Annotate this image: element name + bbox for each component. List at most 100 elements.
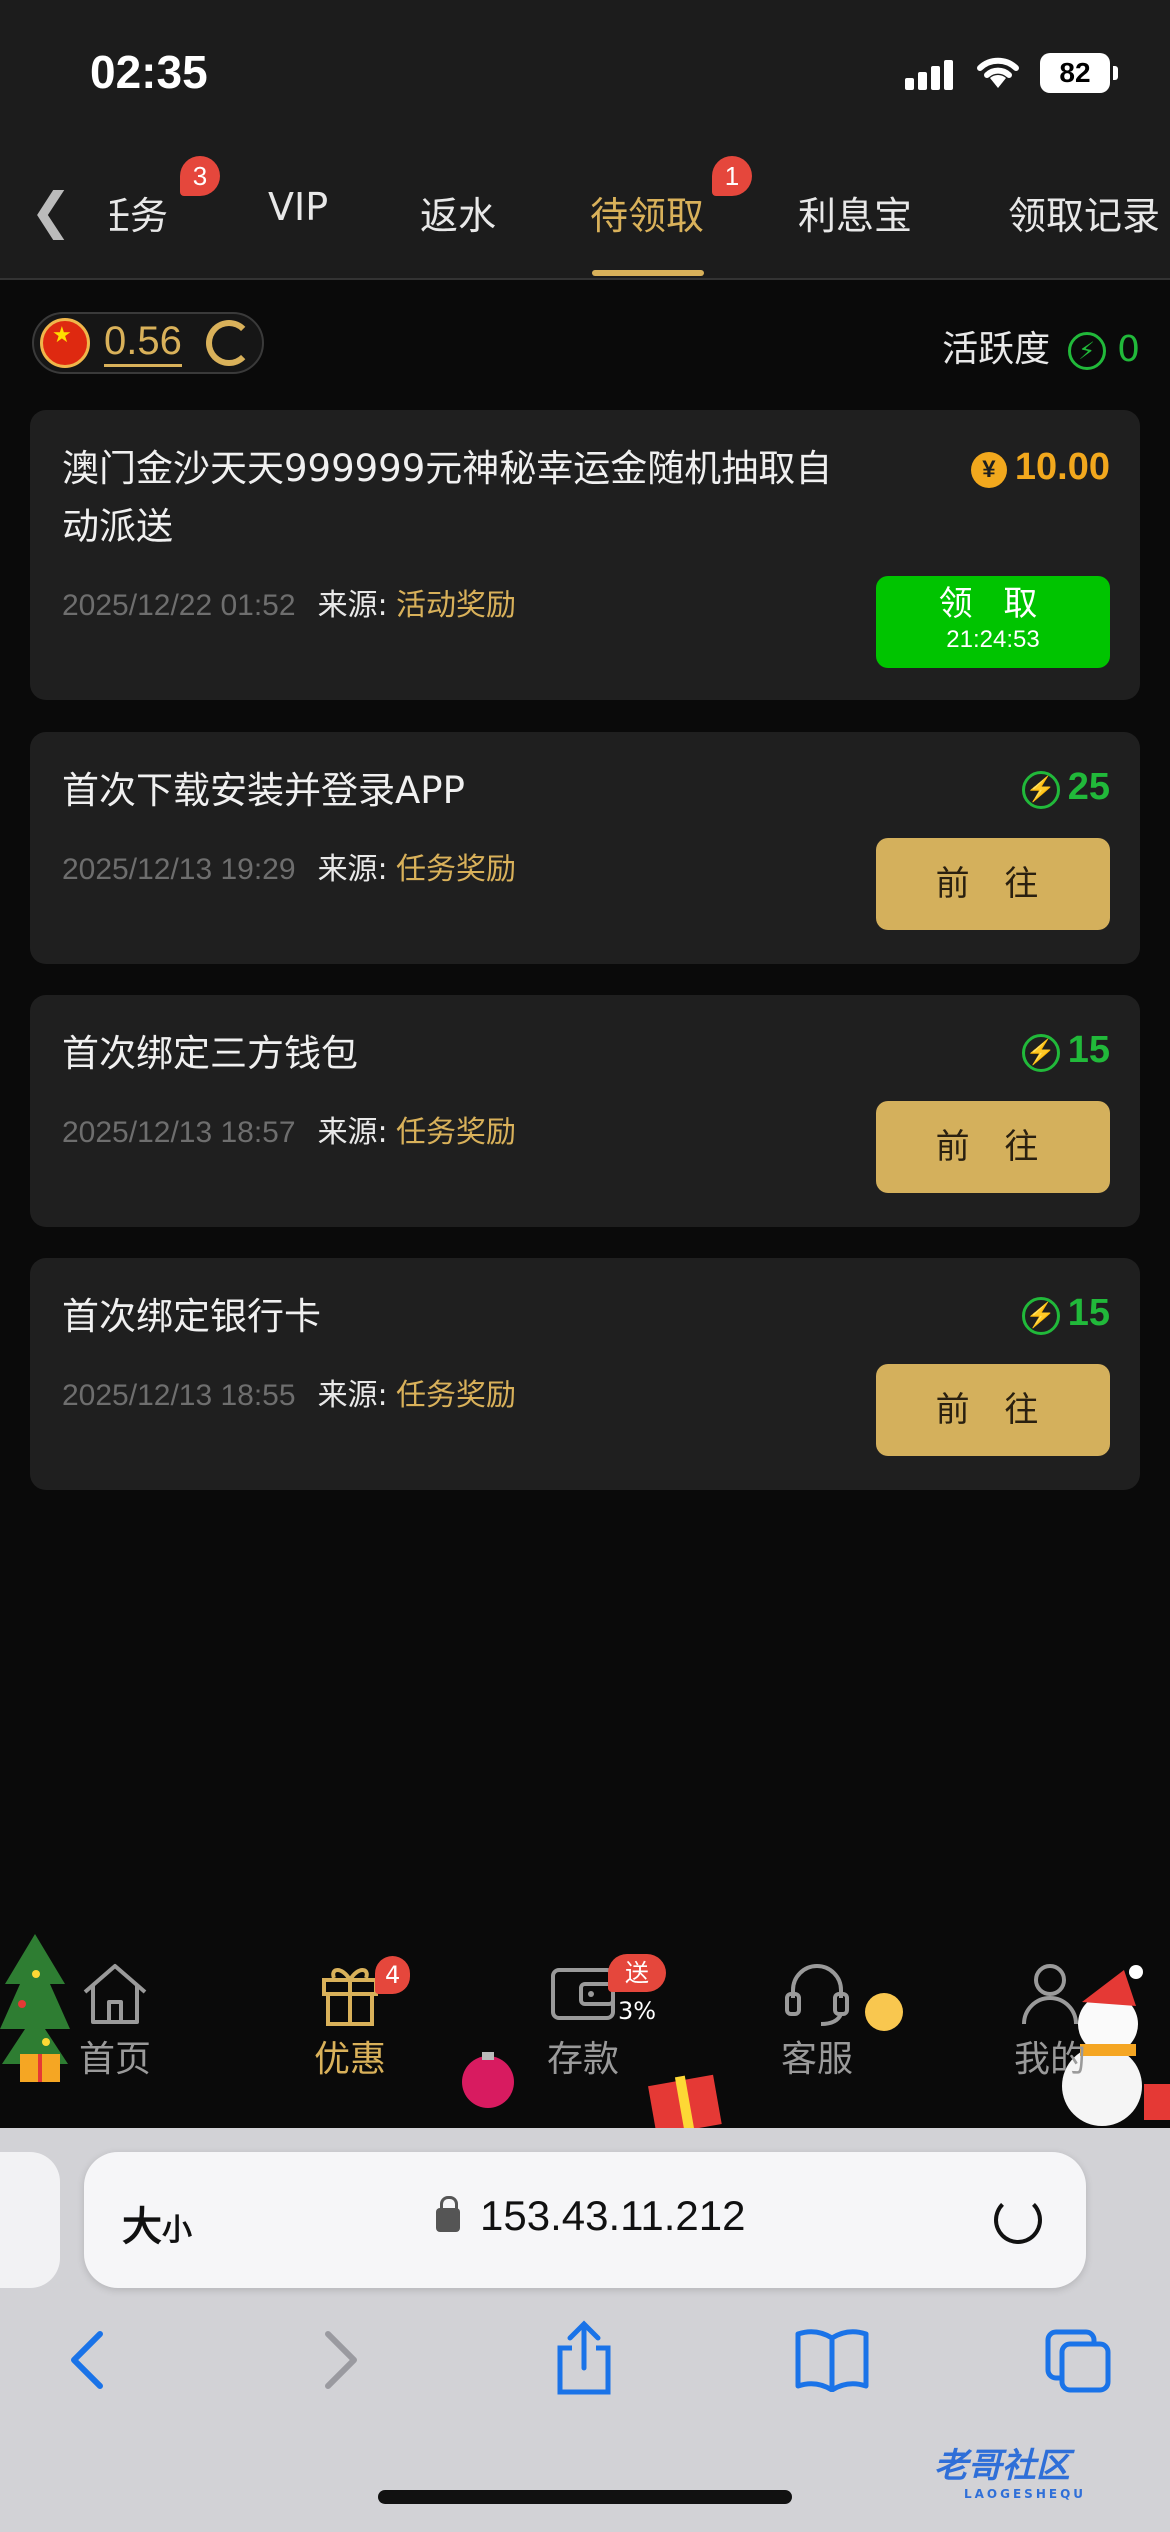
reward-card: 首次绑定银行卡 2025/12/13 18:55 来源: 任务奖励 ⚡ 15 前 往: [30, 1258, 1140, 1490]
nav-deposit[interactable]: 存款 送3%: [508, 1954, 667, 2082]
card-source: 任务奖励: [396, 1115, 517, 1150]
tab-claim-history[interactable]: 领取记录: [1008, 185, 1160, 240]
card-title: 首次绑定三方钱包: [62, 1032, 358, 1075]
reward-card: 澳门金沙天天999999元神秘幸运金随机抽取自 动派送 2025/12/22 0…: [30, 410, 1140, 700]
forward-icon[interactable]: [318, 2328, 362, 2392]
back-chevron-icon[interactable]: ❮: [30, 182, 72, 240]
text-size-big: 大: [122, 2204, 162, 2250]
claim-button-label: 领 取: [938, 584, 1048, 624]
reward-amount: 15: [1067, 1292, 1110, 1334]
nav-badge: 4: [375, 1956, 411, 1994]
headset-icon: [785, 1964, 849, 2026]
refresh-icon[interactable]: [206, 320, 252, 366]
nav-label: 优惠: [313, 2039, 386, 2080]
claim-countdown: 21:24:53: [946, 626, 1040, 653]
address-bar[interactable]: 大小 153.43.11.212: [84, 2152, 1086, 2288]
share-icon[interactable]: [552, 2320, 616, 2396]
tab-pending-badge: 1: [712, 156, 752, 196]
back-icon[interactable]: [66, 2328, 110, 2392]
watermark-subtitle: LAOGESHEQU: [964, 2487, 1087, 2501]
card-source: 活动奖励: [396, 588, 517, 623]
card-datetime: 2025/12/13 19:29: [62, 853, 296, 886]
card-title: 首次绑定银行卡: [62, 1295, 321, 1338]
card-meta: 2025/12/13 18:55 来源: 任务奖励: [62, 1370, 516, 1414]
status-bar: 02:35 82: [0, 0, 1170, 140]
card-datetime: 2025/12/22 01:52: [62, 589, 296, 622]
tab-label: 任务: [110, 194, 169, 238]
card-title: 首次下载安装并登录APP: [62, 769, 465, 812]
nav-label: 存款: [546, 2039, 619, 2080]
lightning-icon: ⚡: [1067, 332, 1106, 370]
source-label: 来源:: [317, 588, 388, 623]
card-meta: 2025/12/13 19:29 来源: 任务奖励: [62, 844, 516, 888]
go-button[interactable]: 前 往: [876, 1364, 1110, 1456]
go-button[interactable]: 前 往: [876, 838, 1110, 930]
card-title: 澳门金沙天天999999元神秘幸运金随机抽取自 动派送: [62, 440, 832, 556]
card-title-line: 澳门金沙天天999999元神秘幸运金随机抽取自: [62, 447, 833, 490]
tab-rebate[interactable]: 返水: [420, 185, 496, 240]
category-tab-bar: ❮ 任务 3 VIP 返水 待领取 1 利息宝 领取记录: [0, 140, 1170, 280]
reward-amount: 15: [1067, 1029, 1110, 1071]
nav-label: 我的: [1013, 2039, 1086, 2080]
bookmarks-icon[interactable]: [794, 2328, 870, 2392]
url-text: 153.43.11.212: [480, 2192, 746, 2239]
lock-icon: [436, 2196, 460, 2232]
lightning-icon: ⚡: [1021, 1034, 1060, 1072]
home-icon: [83, 1964, 147, 2024]
card-meta: 2025/12/22 01:52 来源: 活动奖励: [62, 580, 516, 624]
battery-indicator: 82: [1040, 53, 1118, 93]
tab-interest[interactable]: 利息宝: [798, 185, 912, 240]
wifi-icon: [977, 57, 1019, 88]
go-button[interactable]: 前 往: [876, 1101, 1110, 1193]
claim-button[interactable]: 领 取 21:24:53: [876, 576, 1110, 668]
tabs-icon[interactable]: [1044, 2328, 1114, 2394]
bottom-navigation: 首页 优惠 4 存款 送3% 客服 我的: [0, 1934, 1170, 2130]
balance-pill: 0.56: [32, 312, 264, 374]
balance-amount: 0.56: [104, 318, 182, 367]
card-source: 任务奖励: [396, 1378, 517, 1413]
coin-icon: ¥: [970, 452, 1007, 488]
lightning-icon: ⚡: [1021, 1297, 1060, 1335]
lightning-icon: ⚡: [1021, 771, 1060, 809]
card-reward: ⚡ 25: [1021, 766, 1110, 809]
active-tab-indicator: [592, 270, 704, 276]
card-reward: ¥10.00: [970, 446, 1110, 489]
card-datetime: 2025/12/13 18:55: [62, 1379, 296, 1412]
source-label: 来源:: [317, 1115, 388, 1150]
nav-promotions[interactable]: 优惠 4: [275, 1956, 425, 2082]
text-size-small: 小: [162, 2213, 192, 2248]
previous-tab-peek[interactable]: [0, 2152, 60, 2288]
reward-card: 首次下载安装并登录APP 2025/12/13 19:29 来源: 任务奖励 ⚡ 2…: [30, 732, 1140, 964]
tab-pending-claim[interactable]: 待领取: [590, 185, 704, 240]
card-meta: 2025/12/13 18:57 来源: 任务奖励: [62, 1107, 516, 1151]
cellular-signal-icon: [905, 60, 957, 90]
activity-label: 活跃度: [942, 329, 1051, 370]
card-source: 任务奖励: [396, 852, 517, 887]
card-datetime: 2025/12/13 18:57: [62, 1116, 296, 1149]
tab-tasks-badge: 3: [180, 156, 220, 196]
reload-icon[interactable]: [994, 2196, 1042, 2244]
reward-amount: 25: [1067, 766, 1110, 808]
nav-support[interactable]: 客服: [742, 1960, 892, 2082]
source-label: 来源:: [317, 1378, 388, 1413]
tab-vip[interactable]: VIP: [268, 185, 328, 229]
nav-label: 客服: [780, 2039, 853, 2080]
source-label: 来源:: [317, 852, 388, 887]
card-reward: ⚡ 15: [1021, 1292, 1110, 1335]
china-flag-icon: [40, 318, 90, 368]
text-size-button[interactable]: 大小: [122, 2194, 192, 2252]
card-reward: ⚡ 15: [1021, 1029, 1110, 1072]
activity-score: 活跃度 ⚡ 0: [942, 320, 1140, 372]
nav-label: 首页: [78, 2039, 151, 2080]
card-title-line: 动派送: [62, 505, 173, 548]
status-time: 02:35: [90, 46, 208, 98]
watermark-title: 老哥社区: [934, 2446, 1070, 2486]
reward-amount: 10.00: [1014, 446, 1110, 488]
nav-home[interactable]: 首页: [40, 1960, 190, 2082]
person-icon: [1022, 1964, 1078, 2025]
watermark-logo: 老哥社区 LAOGESHEQU: [934, 2438, 1086, 2501]
nav-profile[interactable]: 我的: [975, 1960, 1125, 2082]
activity-value: 0: [1117, 329, 1140, 370]
tab-tasks[interactable]: 任务: [110, 185, 180, 240]
nav-badge: 送3%: [608, 1954, 667, 2025]
